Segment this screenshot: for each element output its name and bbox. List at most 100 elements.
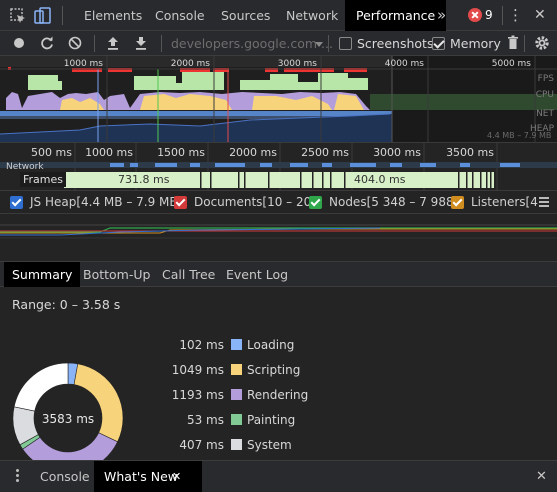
screenshots-label[interactable]: Screenshots <box>357 31 433 56</box>
counter-graphics <box>0 224 557 239</box>
frame-boundary <box>300 172 302 188</box>
track-label: FPS <box>538 74 555 84</box>
donut-slice <box>73 363 124 443</box>
reload-icon[interactable] <box>38 34 56 52</box>
settings-menu-icon[interactable]: ⋮ <box>504 0 527 31</box>
drawer-tab-console[interactable]: Console <box>30 461 100 492</box>
nodes-label[interactable]: Nodes[5 348 – 7 988] <box>329 191 458 213</box>
toolbar-divider <box>502 6 503 25</box>
load-profile-icon[interactable] <box>104 34 122 52</box>
summary-row-loading: 102 ms Loading <box>0 335 320 355</box>
summary-panel: Range: 0 – 3.58 s 102 ms Loading 1049 ms… <box>0 287 557 460</box>
legend-menu-icon[interactable] <box>539 197 549 208</box>
frame-duration[interactable]: 404.0 ms <box>354 172 405 187</box>
recording-select[interactable]: developers.google.com ... <box>171 31 333 56</box>
frame-boundary <box>200 172 202 188</box>
error-icon[interactable] <box>468 8 482 22</box>
tab-call-tree[interactable]: Call Tree <box>154 262 223 287</box>
devtools-tab-bar: Elements Console Sources Network Perform… <box>0 0 557 31</box>
time-tick-label: 3500 ms <box>446 146 494 159</box>
tab-sources[interactable]: Sources <box>211 0 280 31</box>
frame-boundary <box>268 172 270 188</box>
trash-icon[interactable] <box>504 34 522 52</box>
memory-counter-graphs[interactable] <box>0 214 557 260</box>
summary-value: 102 ms <box>179 338 224 352</box>
time-tick-label: 2000 ms <box>171 59 211 69</box>
flame-chart-area[interactable]: 500 ms 1000 ms 1500 ms 2000 ms 2500 ms 3000 m… <box>0 142 557 190</box>
tab-event-log[interactable]: Event Log <box>218 262 296 287</box>
network-request-bar[interactable] <box>322 163 332 167</box>
frame-boundary <box>344 172 346 188</box>
listeners-label[interactable]: Listeners[4 <box>471 191 538 213</box>
summary-category: Rendering <box>247 388 309 402</box>
time-tick-label: 2000 ms <box>229 146 277 159</box>
summary-value: 407 ms <box>179 438 224 452</box>
time-tick-label: 3000 ms <box>278 59 318 69</box>
network-request-bar[interactable] <box>460 163 470 167</box>
rendering-color-swatch <box>231 389 242 400</box>
donut-slice <box>13 362 69 412</box>
memory-label[interactable]: Memory <box>450 31 501 56</box>
frame-duration[interactable]: 731.8 ms <box>118 172 169 187</box>
summary-donut-chart <box>12 362 124 460</box>
toolbar-divider <box>94 35 95 52</box>
network-request-bar[interactable] <box>350 163 376 167</box>
time-tick-label: 5000 ms <box>492 59 532 69</box>
scripting-color-swatch <box>231 364 242 375</box>
toolbar-divider <box>161 35 162 52</box>
tab-network[interactable]: Network <box>276 0 348 31</box>
total-time: 3583 ms <box>41 412 95 426</box>
tab-performance[interactable]: Performance <box>345 0 447 31</box>
js-heap-label[interactable]: JS Heap[4.4 MB – 7.9 MB] <box>30 191 182 213</box>
time-tick-label: 500 ms <box>31 146 72 159</box>
documents-label[interactable]: Documents[10 – 20] <box>194 191 316 213</box>
time-tick-label: 1000 ms <box>64 59 104 69</box>
summary-value: 1193 ms <box>171 388 224 402</box>
frame-boundary <box>244 172 246 188</box>
frame-boundary <box>458 172 460 188</box>
network-request-bar[interactable] <box>130 163 138 167</box>
record-icon[interactable] <box>10 34 28 52</box>
close-drawer-icon[interactable]: ✕ <box>536 461 547 492</box>
close-tab-icon[interactable]: ✕ <box>172 461 181 492</box>
painting-color-swatch <box>231 414 242 425</box>
close-devtools-icon[interactable]: ✕ <box>530 0 550 31</box>
nodes-checkbox[interactable] <box>309 196 322 209</box>
loading-color-swatch <box>231 339 242 350</box>
network-request-bar[interactable] <box>110 163 124 167</box>
network-request-bar[interactable] <box>290 163 308 167</box>
screenshots-checkbox[interactable] <box>339 37 352 50</box>
chevron-down-icon[interactable] <box>315 42 323 47</box>
network-request-bar[interactable] <box>190 163 200 167</box>
clear-icon[interactable] <box>66 34 84 52</box>
network-request-bar[interactable] <box>420 163 436 167</box>
timeline-overview[interactable]: 1000 ms 2000 ms 3000 ms 4000 ms 5000 ms FPS C… <box>0 56 557 142</box>
listeners-checkbox[interactable] <box>451 196 464 209</box>
frame-boundary <box>490 172 492 188</box>
error-count[interactable]: 9 <box>485 0 493 31</box>
tab-summary[interactable]: Summary <box>4 262 81 287</box>
tab-bottom-up[interactable]: Bottom-Up <box>75 262 158 287</box>
inspect-element-icon[interactable] <box>8 6 28 26</box>
drawer-tab-whats-new[interactable]: What's New <box>94 461 203 492</box>
save-profile-icon[interactable] <box>132 34 150 52</box>
network-request-bar[interactable] <box>155 163 177 167</box>
memory-checkbox[interactable] <box>432 37 445 50</box>
gear-icon[interactable] <box>533 34 551 52</box>
summary-category: Painting <box>247 413 296 427</box>
network-request-bar[interactable] <box>500 163 520 167</box>
documents-checkbox[interactable] <box>174 196 187 209</box>
network-request-bar[interactable] <box>390 163 402 167</box>
network-request-bar[interactable] <box>260 163 272 167</box>
track-label: NET <box>536 109 554 119</box>
js-heap-checkbox[interactable] <box>10 196 23 209</box>
tab-elements[interactable]: Elements <box>74 0 152 31</box>
device-toolbar-icon[interactable] <box>33 6 53 26</box>
time-tick-label: 3000 ms <box>373 146 421 159</box>
time-tick-label: 4000 ms <box>385 59 425 69</box>
drawer-menu-icon[interactable] <box>16 469 20 483</box>
tab-console[interactable]: Console <box>145 0 215 31</box>
more-tabs-button[interactable]: » <box>433 0 450 31</box>
network-request-bar[interactable] <box>215 163 245 167</box>
performance-toolbar: developers.google.com ... Screenshots Me… <box>0 31 557 56</box>
